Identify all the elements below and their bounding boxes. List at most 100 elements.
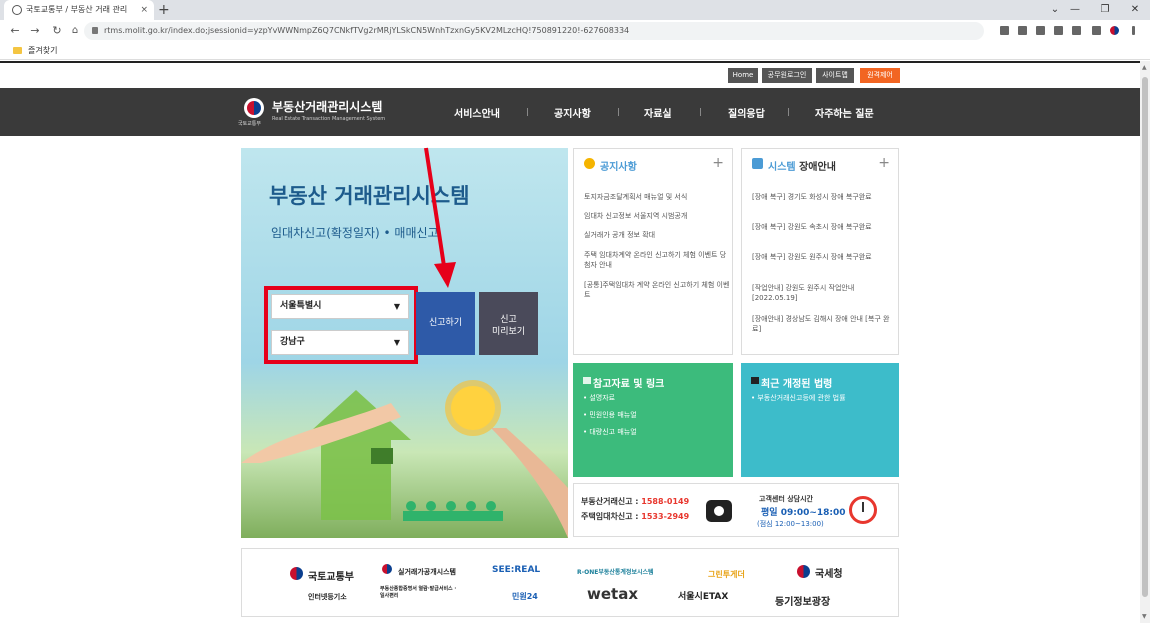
reference-link[interactable]: • 대량신고 매뉴얼 xyxy=(583,427,637,437)
back-button[interactable]: ← xyxy=(8,23,22,39)
address-bar-row: ← → ↻ ⌂ rtms.molit.go.kr/index.do;jsessi… xyxy=(0,20,1150,42)
partner-iros[interactable]: 인터넷등기소 xyxy=(308,592,347,602)
menu-library[interactable]: 자료실 xyxy=(644,105,672,120)
partner-rone[interactable]: R-ONE부동산통계정보시스템 xyxy=(577,567,654,576)
official-login-link[interactable]: 공무원로그인 xyxy=(762,68,812,83)
lock-icon xyxy=(92,27,98,34)
window-minimize-button[interactable]: — xyxy=(1060,0,1090,20)
site-logo-subtitle: Real Estate Transaction Management Syste… xyxy=(272,116,386,122)
reference-title: 참고자료 및 링크 xyxy=(593,379,665,390)
outage-item[interactable]: [장애 복구] 강원도 원주시 장애 복구완료 xyxy=(752,252,892,262)
book-icon xyxy=(583,377,591,384)
more-menu-icon[interactable] xyxy=(1132,26,1135,35)
scrollbar-thumb[interactable] xyxy=(1142,77,1148,597)
menu-separator xyxy=(788,108,789,116)
molit-emblem-icon xyxy=(290,567,303,580)
extension-icon[interactable] xyxy=(1036,26,1045,35)
site-logo-title[interactable]: 부동산거래관리시스템 xyxy=(272,98,382,115)
lease-hotline: 주택임대차신고 : 1533-2949 xyxy=(581,511,689,522)
menu-separator xyxy=(700,108,701,116)
notice-item[interactable]: 토지자금조달계획서 매뉴얼 및 서식 xyxy=(584,192,732,202)
extension-icon[interactable] xyxy=(1018,26,1027,35)
arrow-pointer-icon xyxy=(424,147,456,288)
new-tab-button[interactable]: + xyxy=(158,0,170,20)
arm-illustration xyxy=(491,428,568,538)
partner-links-bar: 국토교통부 실거래가공개시스템 SEE:REAL R-ONE부동산통계정보시스템… xyxy=(241,548,899,617)
hotline-label: 주택임대차신고 : xyxy=(581,512,642,521)
preview-label-1: 신고 xyxy=(500,315,517,325)
notice-item[interactable]: 주택 임대차계약 온라인 신고하기 체험 이벤트 당첨자 안내 xyxy=(584,250,732,270)
notice-item[interactable]: [공통]주택임대차 계약 온라인 신고하기 체험 이벤트 xyxy=(584,280,732,300)
hero-banner: 부동산 거래관리시스템 임대차신고(확정일자) • 매매신고 서울특별시 ▼ 강… xyxy=(241,148,568,538)
outage-title[interactable]: 시스템 장애안내 xyxy=(768,158,836,173)
reload-button[interactable]: ↻ xyxy=(50,23,64,39)
preview-label-2: 미리보기 xyxy=(491,327,526,337)
tab-close-icon[interactable]: × xyxy=(140,0,148,20)
bookmark-folder[interactable]: 즐겨찾기 xyxy=(28,42,57,60)
notice-item[interactable]: 실거래가 공개 정보 확대 xyxy=(584,230,732,240)
partner-molit[interactable]: 국토교통부 xyxy=(308,568,354,583)
reference-link-label: 설명자료 xyxy=(589,394,616,402)
url-text: rtms.molit.go.kr/index.do;jsessionid=yzp… xyxy=(104,26,630,35)
bookmarks-bar: 즐겨찾기 xyxy=(0,42,1150,60)
hotline-number: 1533-2949 xyxy=(641,512,690,521)
partner-real-price[interactable]: 실거래가공개시스템 xyxy=(398,567,456,577)
highlight-box xyxy=(264,286,418,364)
menu-faq[interactable]: 자주하는 질문 xyxy=(815,105,874,120)
scroll-up-icon[interactable]: ▲ xyxy=(1142,64,1147,71)
folder-icon xyxy=(13,47,22,54)
reference-link-label: 민원인용 매뉴얼 xyxy=(589,411,637,419)
telephone-icon xyxy=(706,500,732,522)
partner-registry-data[interactable]: 등기정보광장 xyxy=(775,593,830,608)
notice-title[interactable]: 공지사항 xyxy=(600,158,637,173)
partner-minwon24[interactable]: 민원24 xyxy=(512,591,538,602)
report-button[interactable]: 신고하기 xyxy=(416,292,475,355)
browser-tab[interactable]: 국토교통부 / 부동산 거래 관리 × xyxy=(4,0,154,20)
outage-item[interactable]: [작업안내] 강원도 원주시 작업안내 [2022.05.19] xyxy=(752,283,892,303)
reference-link[interactable]: • 민원인용 매뉴얼 xyxy=(583,410,637,420)
clock-icon xyxy=(849,496,877,524)
home-link[interactable]: Home xyxy=(728,68,758,83)
forward-button[interactable]: → xyxy=(28,23,42,39)
menu-qna[interactable]: 질의응답 xyxy=(728,105,765,120)
notice-item[interactable]: 임대차 신고정보 서울지역 시범공개 xyxy=(584,211,732,221)
scroll-down-icon[interactable]: ▼ xyxy=(1142,613,1147,620)
ministry-mini-label: 국토교통부 xyxy=(238,121,262,127)
sidepanel-icon[interactable] xyxy=(1092,26,1101,35)
partner-kras[interactable]: 부동산종합증명서 열람·발급서비스 · 일사편리 xyxy=(380,586,460,600)
report-preview-button[interactable]: 신고 미리보기 xyxy=(479,292,538,355)
window-maximize-button[interactable]: ❐ xyxy=(1090,0,1120,20)
url-input[interactable]: rtms.molit.go.kr/index.do;jsessionid=yzp… xyxy=(84,22,984,40)
hand-illustration xyxy=(241,403,401,463)
notice-bell-icon xyxy=(584,158,595,169)
page-scrollbar[interactable]: ▲ ▼ xyxy=(1140,61,1150,623)
reference-link[interactable]: • 설명자료 xyxy=(583,393,615,403)
outage-title-a: 시스템 xyxy=(768,162,796,173)
web-page: Home 공무원로그인 사이트맵 원격제어 국토교통부 부동산거래관리시스템 R… xyxy=(0,61,1150,623)
outage-item[interactable]: [장애 복구] 강원도 속초시 장애 복구완료 xyxy=(752,222,892,232)
partner-wetax[interactable]: wetax xyxy=(587,585,638,603)
partner-green-together[interactable]: 그린투게더 xyxy=(708,569,745,580)
outage-more-icon[interactable]: + xyxy=(878,155,890,171)
law-link[interactable]: • 부동산거래신고등에 관한 법률 xyxy=(751,393,846,403)
system-outage-panel: 시스템 장애안내 + [장애 복구] 경기도 화성시 장애 복구완료 [장애 복… xyxy=(741,148,899,355)
reference-link-label: 대량신고 매뉴얼 xyxy=(589,428,637,436)
sitemap-link[interactable]: 사이트맵 xyxy=(816,68,854,83)
notice-more-icon[interactable]: + xyxy=(712,155,724,171)
outage-item[interactable]: [장애 복구] 경기도 화성시 장애 복구완료 xyxy=(752,192,892,202)
partner-seoul-etax[interactable]: 서울시ETAX xyxy=(678,589,728,602)
menu-notice[interactable]: 공지사항 xyxy=(554,105,591,120)
contact-info-box: 부동산거래신고 : 1588-0149 주택임대차신고 : 1533-2949 … xyxy=(573,483,899,537)
home-icon[interactable]: ⌂ xyxy=(68,23,82,39)
recent-laws-box: 최근 개정된 법령 • 부동산거래신고등에 관한 법률 xyxy=(741,363,899,477)
media-icon[interactable] xyxy=(1072,26,1081,35)
outage-item[interactable]: [장애안내] 경상남도 김해시 장애 안내 [복구 완료] xyxy=(752,314,892,334)
puzzle-icon[interactable] xyxy=(1054,26,1063,35)
profile-avatar[interactable] xyxy=(1110,26,1119,35)
window-close-button[interactable]: ✕ xyxy=(1120,0,1150,20)
menu-service-guide[interactable]: 서비스안내 xyxy=(454,105,500,120)
partner-seereal[interactable]: SEE:REAL xyxy=(492,565,540,575)
partner-nts[interactable]: 국세청 xyxy=(815,565,843,580)
remote-control-link[interactable]: 원격제어 xyxy=(860,68,900,83)
share-icon[interactable] xyxy=(1000,26,1009,35)
